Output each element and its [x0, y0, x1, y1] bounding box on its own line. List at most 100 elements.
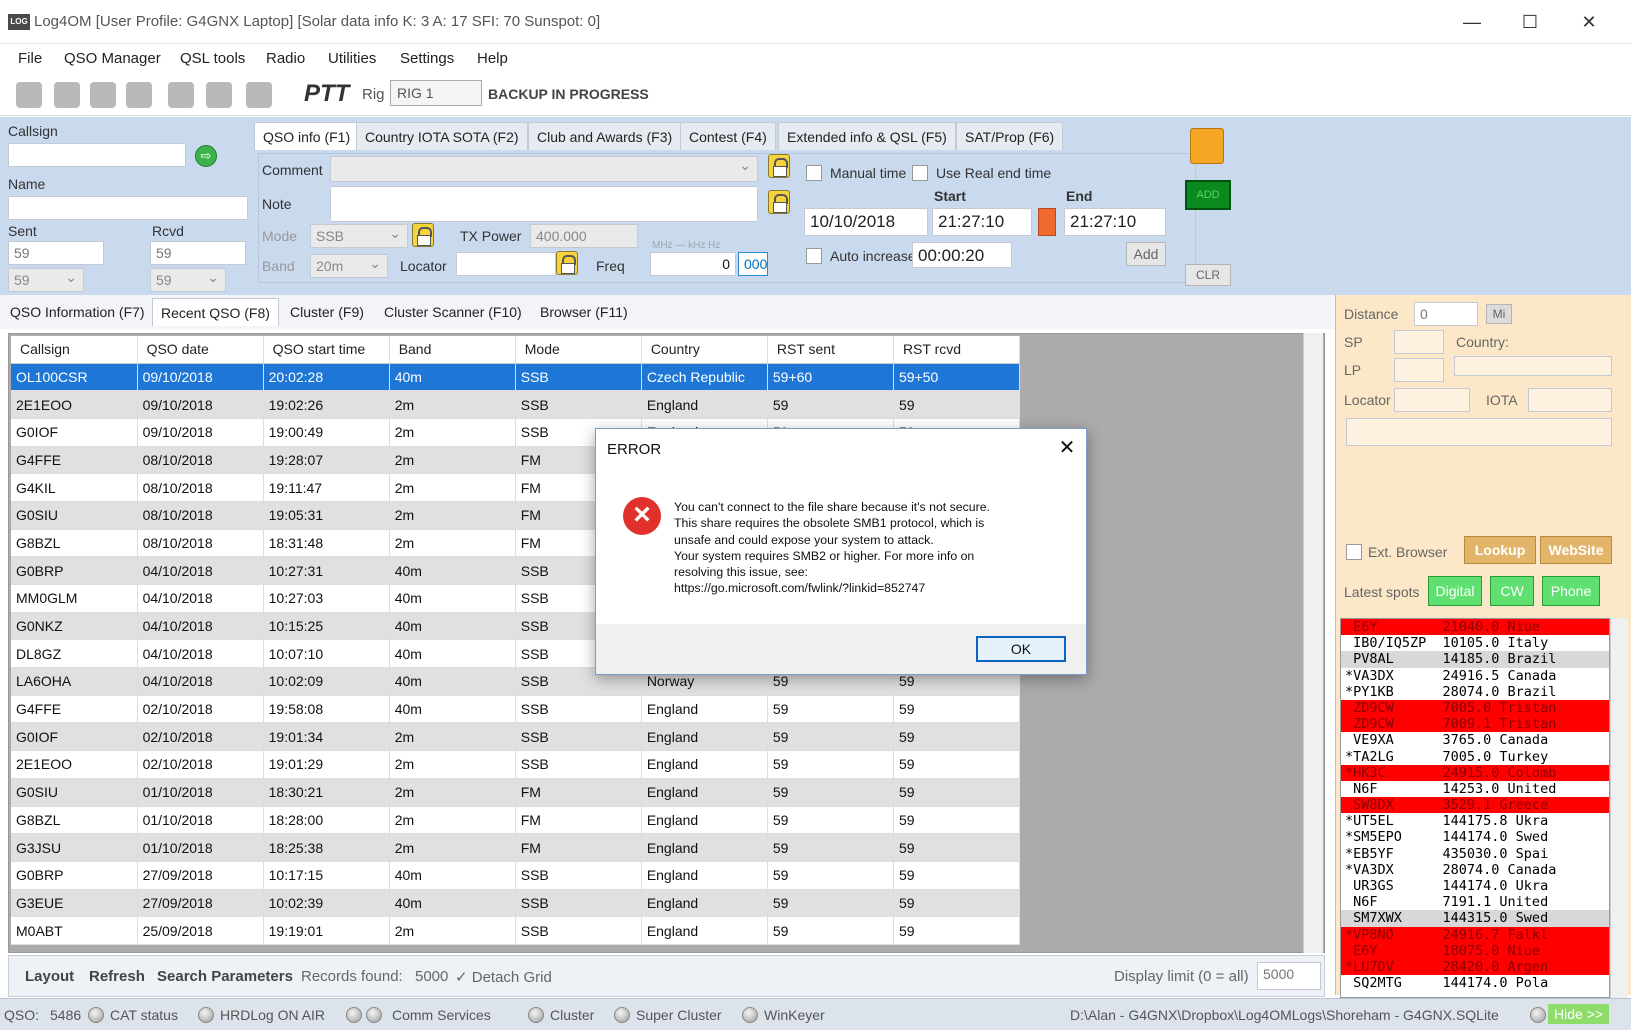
- freq-khz-input[interactable]: 000: [738, 252, 768, 276]
- headset-icon[interactable]: [206, 82, 232, 108]
- table-row[interactable]: M0ABT 25/09/2018 19:19:01 2m SSB England 59 59: [11, 916, 1021, 945]
- table-row[interactable]: G3JSU 01/10/2018 18:25:38 2m FM England 59 59: [11, 833, 1021, 862]
- locator-input[interactable]: [456, 252, 556, 276]
- lookup-button[interactable]: Lookup: [1464, 536, 1536, 564]
- cluster-status[interactable]: Cluster: [550, 1007, 594, 1023]
- spot-item[interactable]: *SM5EPO 144174.0 Swed: [1341, 829, 1609, 845]
- spots-scrollbar[interactable]: [1610, 618, 1628, 998]
- tab-extended-info-qsl[interactable]: Extended info & QSL (F5): [778, 122, 956, 150]
- error-message-link[interactable]: https://go.microsoft.com/fwlink/?linkid=…: [674, 580, 1074, 596]
- mode-select[interactable]: SSB: [310, 224, 408, 248]
- note-input[interactable]: [330, 186, 758, 222]
- start-date-input[interactable]: 10/10/2018: [804, 208, 928, 236]
- detach-grid-checkbox[interactable]: ✓ Detach Grid: [455, 968, 552, 986]
- dialog-close-button[interactable]: ✕: [1054, 435, 1080, 461]
- cat-status[interactable]: CAT status: [110, 1007, 178, 1023]
- locator-lock-icon[interactable]: [556, 251, 578, 275]
- spot-item[interactable]: *UT5EL 144175.8 Ukra: [1341, 813, 1609, 829]
- table-row[interactable]: G8BZL 01/10/2018 18:28:00 2m FM England 59 59: [11, 806, 1021, 835]
- spot-item[interactable]: *HK3C 24915.0 Colomb: [1341, 764, 1609, 781]
- spot-item[interactable]: UR3GS 144174.0 Ukra: [1341, 878, 1609, 894]
- tab-recent-qso[interactable]: Recent QSO (F8): [152, 298, 279, 326]
- table-row[interactable]: G0SIU 01/10/2018 18:30:21 2m FM England 59 59: [11, 778, 1021, 807]
- band-select[interactable]: 20m: [310, 254, 388, 278]
- menu-qsl-tools[interactable]: QSL tools: [180, 50, 245, 67]
- puzzle-icon[interactable]: [168, 82, 194, 108]
- grid-scrollbar[interactable]: [1303, 333, 1323, 953]
- callsign-lookup-icon[interactable]: ⇨: [195, 145, 217, 167]
- auto-increase-checkbox[interactable]: [806, 248, 822, 264]
- spot-item[interactable]: SQ2MTG 144174.0 Pola: [1341, 975, 1609, 991]
- rcvd-combo[interactable]: 59: [150, 268, 226, 292]
- spot-item[interactable]: *VA3DX 28074.0 Canada: [1341, 862, 1609, 878]
- website-button[interactable]: WebSite: [1540, 536, 1612, 564]
- hide-panel-button[interactable]: Hide >>: [1548, 1004, 1610, 1024]
- ptt-label[interactable]: PTT: [304, 80, 349, 108]
- add-qso-button[interactable]: ADD: [1185, 180, 1231, 210]
- use-real-end-checkbox[interactable]: [912, 165, 928, 181]
- column-header[interactable]: Band: [389, 336, 516, 364]
- column-header[interactable]: Country: [641, 336, 768, 364]
- comm-services[interactable]: Comm Services: [392, 1007, 491, 1023]
- spot-item[interactable]: *VP8NO 24916.7 Falkl: [1341, 926, 1609, 943]
- spot-item[interactable]: ZD9CW 7005.0 Tristan: [1341, 699, 1609, 717]
- tab-club-awards[interactable]: Club and Awards (F3): [528, 122, 682, 150]
- table-row[interactable]: G3EUE 27/09/2018 10:02:39 40m SSB England 59 59: [11, 889, 1021, 918]
- comment-input[interactable]: [330, 156, 758, 182]
- phone-filter-button[interactable]: Phone: [1542, 576, 1600, 606]
- add-small-button[interactable]: Add: [1126, 242, 1166, 266]
- satellite-icon[interactable]: [246, 82, 272, 108]
- table-row[interactable]: OL100CSR 09/10/2018 20:02:28 40m SSB Czech Re…: [11, 363, 1021, 392]
- note-lock-icon[interactable]: [768, 190, 790, 214]
- supercluster-status[interactable]: Super Cluster: [636, 1007, 722, 1023]
- end-time-input[interactable]: 21:27:10: [1064, 208, 1166, 236]
- spot-item[interactable]: E6Y 21040.0 Niue: [1341, 619, 1609, 636]
- tab-cluster-scanner[interactable]: Cluster Scanner (F10): [376, 298, 530, 326]
- sent-combo[interactable]: 59: [8, 268, 84, 292]
- table-row[interactable]: 2E1EOO 02/10/2018 19:01:29 2m SSB England 59 59: [11, 750, 1021, 779]
- layout-button[interactable]: Layout: [25, 968, 74, 985]
- tab-cluster[interactable]: Cluster (F9): [282, 298, 372, 326]
- refresh-button[interactable]: Refresh: [89, 968, 145, 985]
- column-header[interactable]: RST rcvd: [893, 336, 1021, 364]
- winkeyer-status[interactable]: WinKeyer: [764, 1007, 825, 1023]
- auto-increase-input[interactable]: 00:00:20: [912, 242, 1012, 268]
- callsign-input[interactable]: [8, 143, 186, 167]
- start-time-marker[interactable]: [1038, 208, 1056, 236]
- hrdlog-status[interactable]: HRDLog ON AIR: [220, 1007, 325, 1023]
- menu-qso-manager[interactable]: QSO Manager: [64, 50, 161, 67]
- spot-item[interactable]: *PY1KB 28074.0 Brazil: [1341, 684, 1609, 700]
- menu-utilities[interactable]: Utilities: [328, 50, 376, 67]
- tab-qso-info[interactable]: QSO info (F1): [254, 122, 360, 150]
- spot-item[interactable]: *TA2LG 7005.0 Turkey: [1341, 749, 1609, 765]
- spot-item[interactable]: VE9XA 3765.0 Canada: [1341, 732, 1609, 748]
- clear-button[interactable]: CLR: [1185, 264, 1231, 286]
- column-header[interactable]: Callsign: [11, 336, 138, 364]
- spot-item[interactable]: E6Y 18075.0 Niue: [1341, 942, 1609, 959]
- spot-item[interactable]: *VA3DX 24916.5 Canada: [1341, 668, 1609, 684]
- wifi-icon[interactable]: [16, 82, 42, 108]
- info-notes-field[interactable]: [1346, 418, 1612, 446]
- units-button[interactable]: Mi: [1486, 304, 1512, 324]
- name-input[interactable]: [8, 196, 248, 220]
- latest-spots-list[interactable]: E6Y 21040.0 Niue IB0/IQ5ZP 10105.0 Italy…: [1340, 618, 1610, 998]
- tab-contest[interactable]: Contest (F4): [680, 122, 776, 150]
- spot-item[interactable]: *LU7DV 28420.0 Argen: [1341, 958, 1609, 976]
- column-header[interactable]: QSO start time: [263, 336, 390, 364]
- locator-info-input[interactable]: [1394, 388, 1470, 412]
- maximize-button[interactable]: ☐: [1515, 10, 1545, 34]
- clipboard-icon[interactable]: [126, 82, 152, 108]
- menu-settings[interactable]: Settings: [400, 50, 454, 67]
- spot-item[interactable]: PV8AL 14185.0 Brazil: [1341, 651, 1609, 668]
- distance-input[interactable]: 0: [1414, 302, 1478, 326]
- menu-file[interactable]: File: [18, 50, 42, 67]
- spot-item[interactable]: N6F 7191.1 United: [1341, 894, 1609, 910]
- database-icon[interactable]: [1190, 128, 1224, 164]
- gear-icon[interactable]: [54, 82, 80, 108]
- menu-help[interactable]: Help: [477, 50, 508, 67]
- ok-button[interactable]: OK: [976, 636, 1066, 662]
- spot-item[interactable]: *EB5YF 435030.0 Spai: [1341, 846, 1609, 862]
- eraser-icon[interactable]: [90, 82, 116, 108]
- country-input[interactable]: [1454, 356, 1612, 376]
- tab-browser[interactable]: Browser (F11): [532, 298, 636, 326]
